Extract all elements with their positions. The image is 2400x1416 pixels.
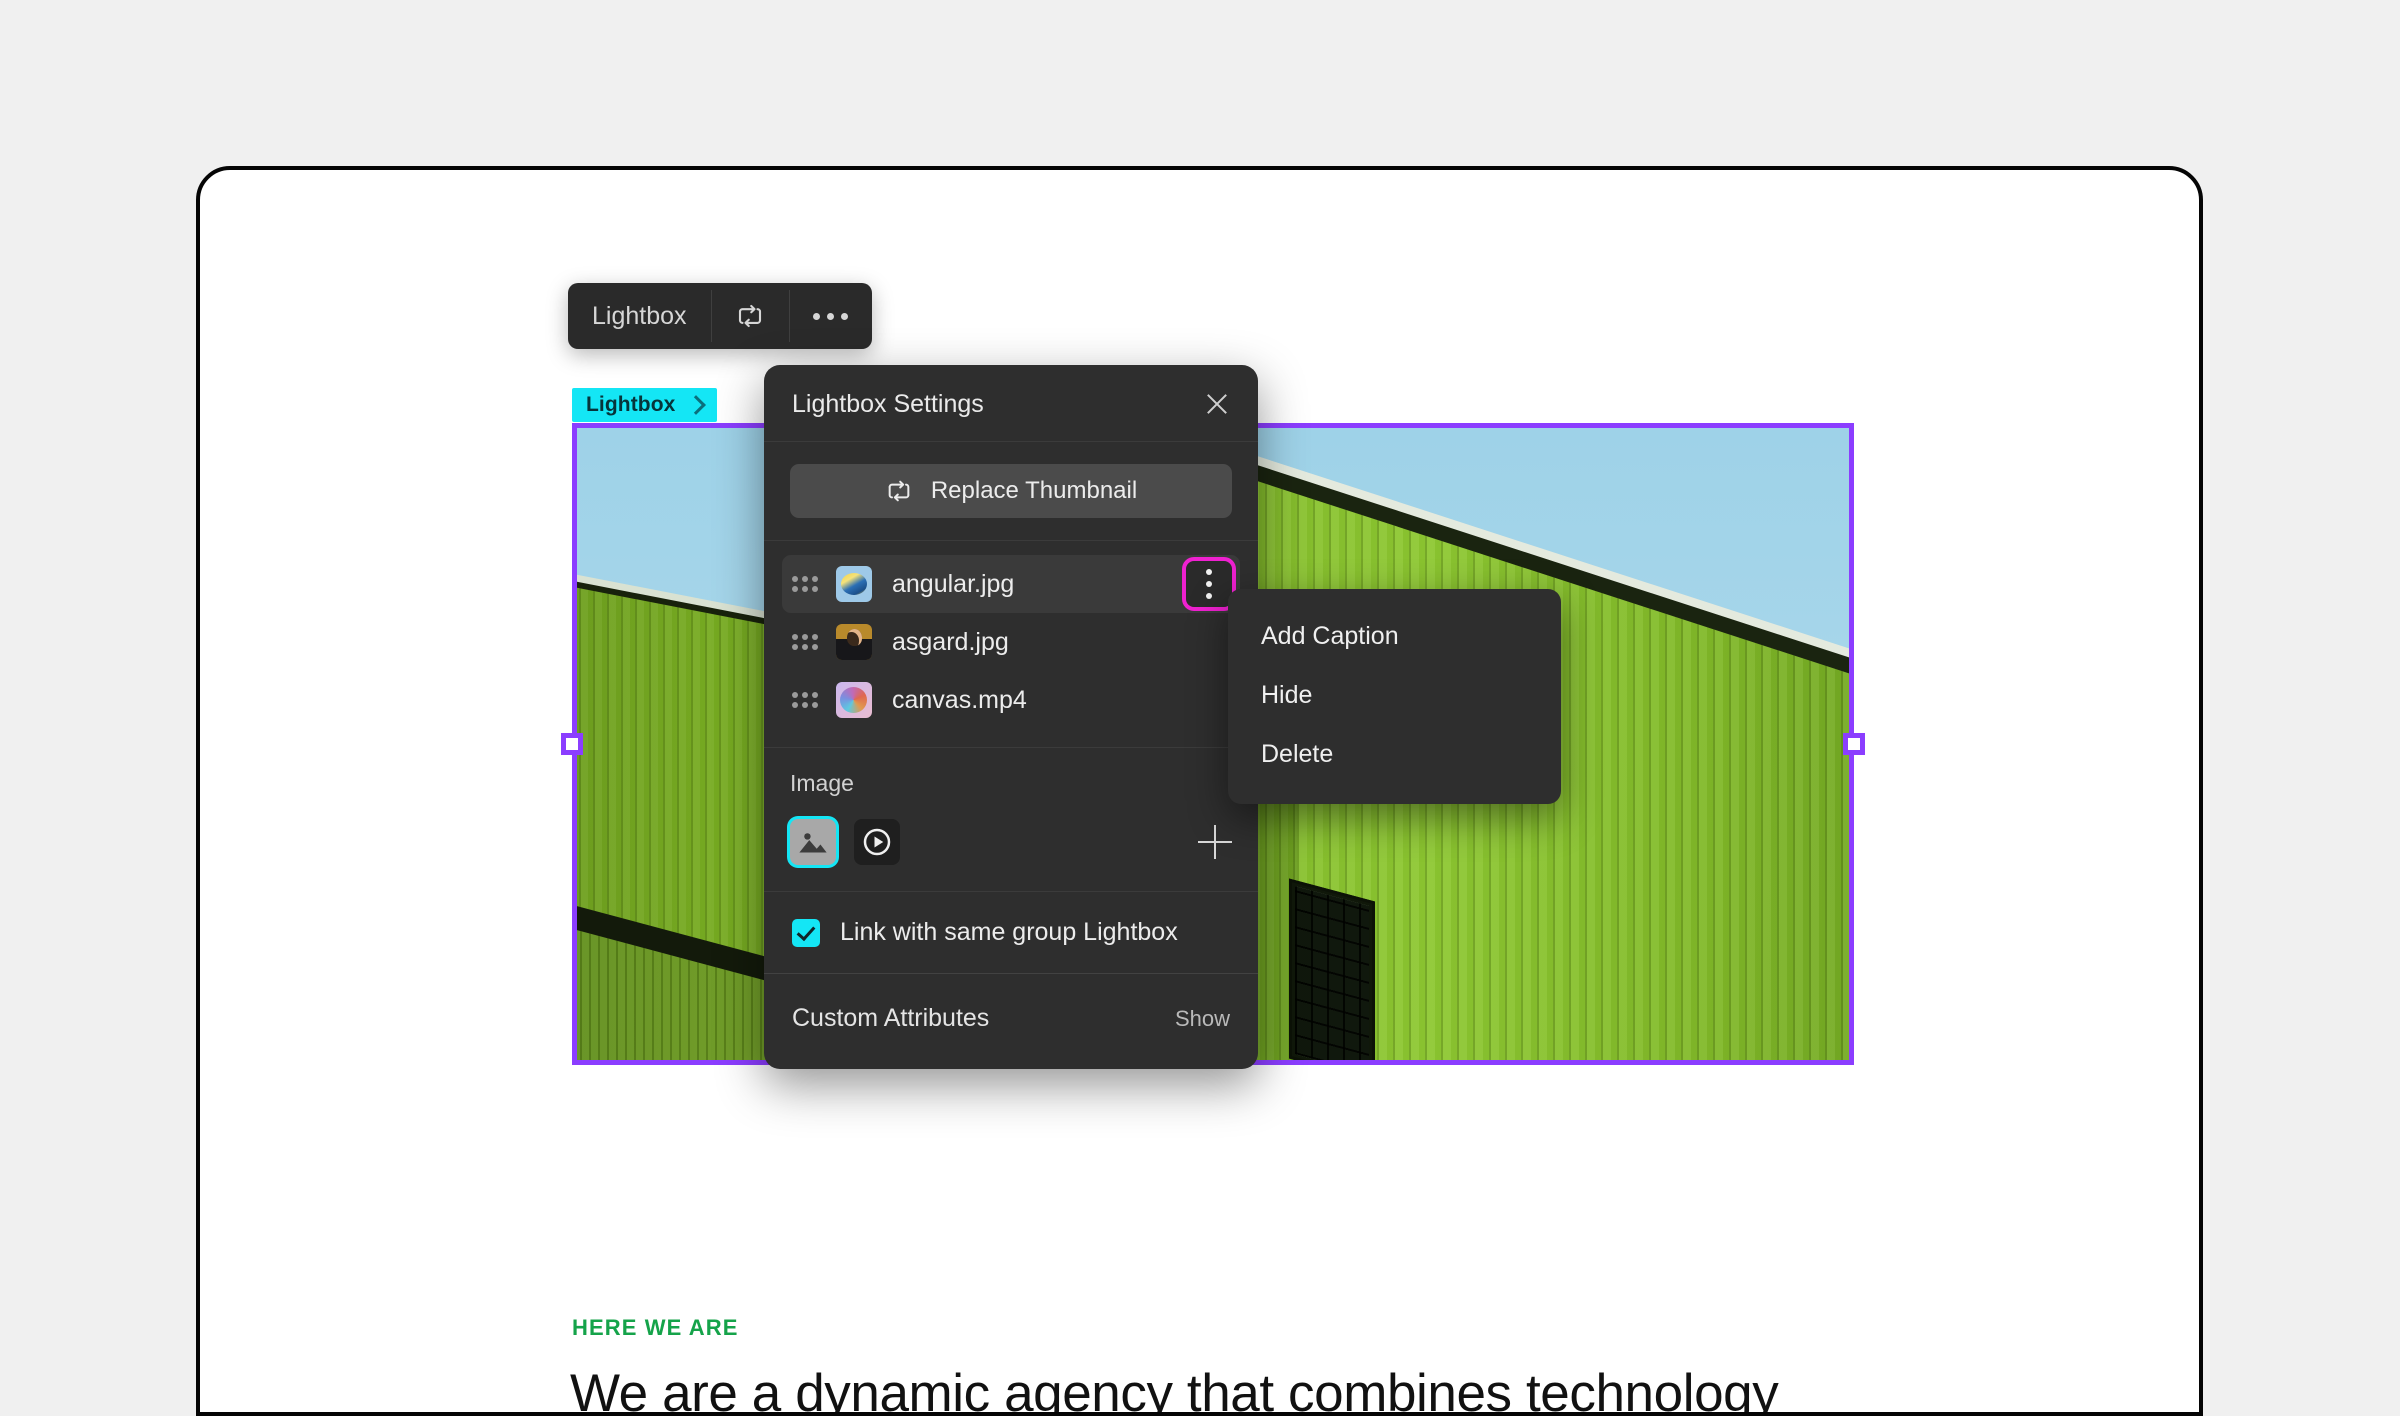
replace-icon (738, 304, 761, 328)
file-list-item[interactable]: asgard.jpg (782, 613, 1240, 671)
media-type-label: Image (790, 770, 854, 796)
file-name: canvas.mp4 (892, 685, 1027, 714)
file-more-options-button[interactable] (1186, 561, 1232, 607)
lightbox-settings-panel: Lightbox Settings Replace Thumbnail angu… (764, 365, 1258, 1069)
toolbar-replace-button[interactable] (710, 283, 789, 349)
replace-icon (888, 480, 910, 502)
video-play-icon (863, 828, 891, 856)
element-label-badge-text: Lightbox (586, 393, 676, 416)
toolbar-more-options-button[interactable] (788, 283, 872, 349)
angular-thumbnail (836, 566, 872, 602)
close-icon[interactable] (1202, 389, 1232, 419)
element-label-badge[interactable]: Lightbox (572, 388, 718, 422)
link-group-label: Link with same group Lightbox (840, 918, 1178, 946)
menu-item-add-caption[interactable]: Add Caption (1228, 607, 1561, 666)
lightbox-file-list: angular.jpg asgard.jpg canvas.mp4 (764, 541, 1258, 748)
custom-attributes-label: Custom Attributes (792, 1004, 990, 1032)
replace-thumbnail-section: Replace Thumbnail (764, 442, 1258, 541)
element-toolbar[interactable]: Lightbox (568, 283, 872, 349)
drag-handle-icon[interactable] (792, 634, 818, 650)
panel-header: Lightbox Settings (764, 365, 1258, 442)
resize-handle-left[interactable] (561, 733, 583, 755)
plus-icon[interactable] (1198, 825, 1232, 859)
asgard-thumbnail (836, 624, 872, 660)
canvas-thumbnail (836, 682, 872, 718)
file-name: angular.jpg (892, 569, 1015, 598)
link-group-checkbox[interactable] (792, 918, 820, 947)
media-type-row (790, 819, 1232, 865)
file-context-menu: Add Caption Hide Delete (1228, 589, 1561, 804)
drag-handle-icon[interactable] (792, 692, 818, 708)
link-group-row[interactable]: Link with same group Lightbox (764, 892, 1258, 974)
menu-item-delete[interactable]: Delete (1228, 725, 1561, 784)
replace-thumbnail-button[interactable]: Replace Thumbnail (790, 464, 1232, 518)
media-type-video-button[interactable] (854, 819, 900, 865)
section-eyebrow: HERE WE ARE (572, 1315, 739, 1340)
drag-handle-icon[interactable] (792, 576, 818, 592)
file-name: asgard.jpg (892, 627, 1009, 656)
panel-title: Lightbox Settings (792, 389, 984, 418)
image-icon (799, 833, 827, 853)
media-type-section: Image (764, 748, 1258, 892)
file-list-item[interactable]: canvas.mp4 (782, 671, 1240, 729)
toolbar-element-name[interactable]: Lightbox (568, 283, 711, 349)
section-headline: We are a dynamic agency that combines te… (570, 1364, 1779, 1416)
custom-attributes-row[interactable]: Custom Attributes Show (764, 974, 1258, 1069)
custom-attributes-show-button[interactable]: Show (1175, 1006, 1230, 1032)
file-list-item[interactable]: angular.jpg (782, 555, 1240, 613)
building-window (1289, 878, 1375, 1060)
menu-item-hide[interactable]: Hide (1228, 666, 1561, 725)
replace-thumbnail-label: Replace Thumbnail (930, 477, 1138, 504)
chevron-right-icon (686, 395, 707, 415)
resize-handle-right[interactable] (1843, 733, 1865, 755)
media-type-image-button[interactable] (790, 819, 836, 865)
more-options-icon (812, 312, 848, 320)
